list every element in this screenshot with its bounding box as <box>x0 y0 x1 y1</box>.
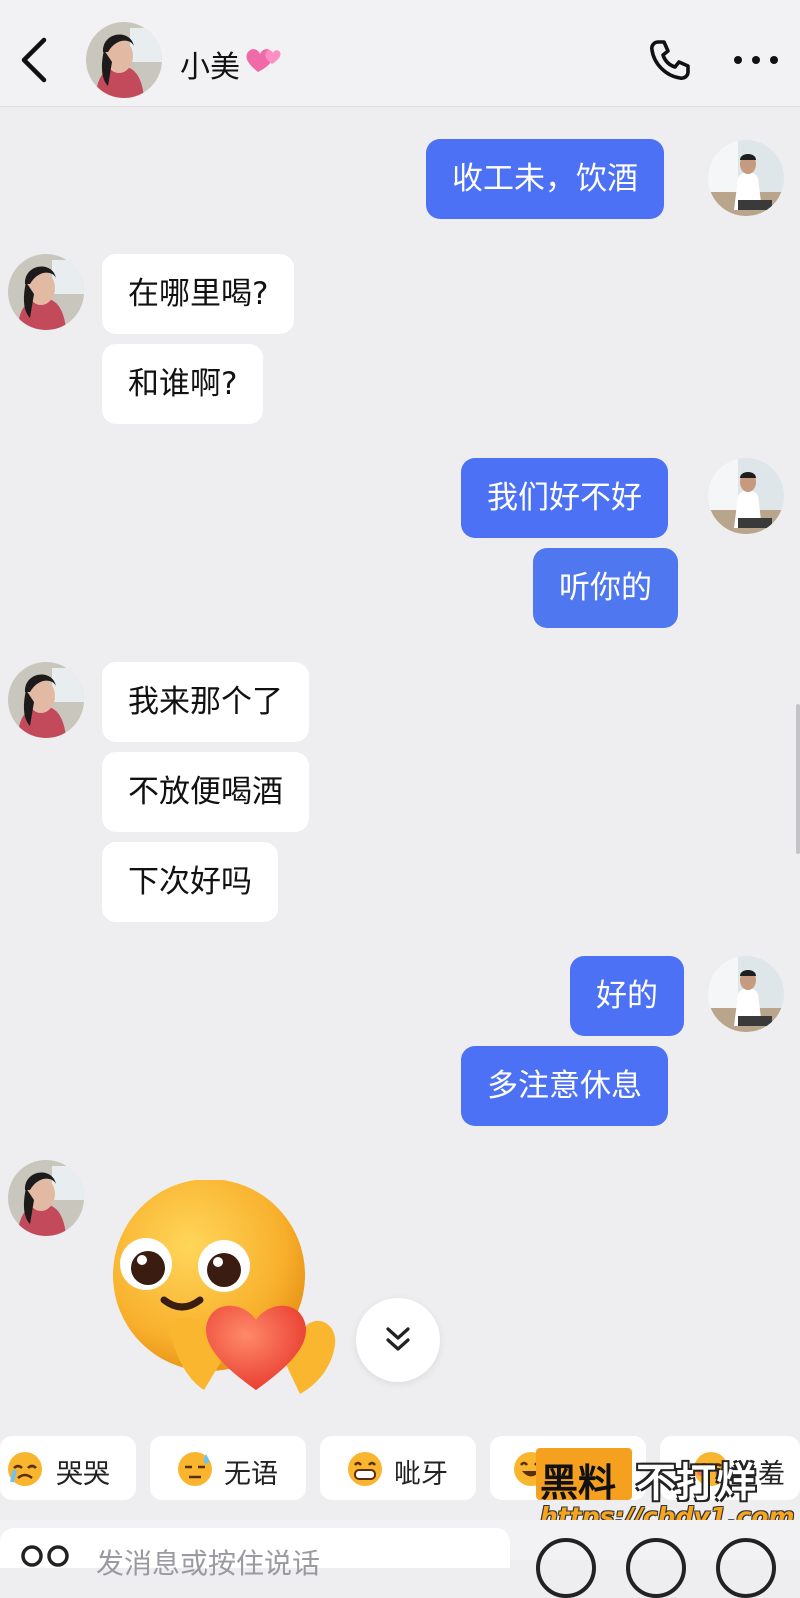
my-avatar[interactable] <box>708 140 784 216</box>
plus-button[interactable] <box>716 1538 776 1598</box>
message-bubble-outgoing[interactable]: 听你的 <box>533 548 678 628</box>
emoji-suggestion-grin[interactable]: 呲牙 <box>320 1436 476 1500</box>
message-bubble-incoming[interactable]: 不放便喝酒 <box>102 752 309 832</box>
voice-button[interactable] <box>536 1538 596 1598</box>
message-bubble-outgoing[interactable]: 我们好不好 <box>461 458 668 538</box>
watermark-brand-black: 黑料 <box>540 1461 617 1505</box>
crying-face-icon <box>8 1452 42 1486</box>
message-bubble-incoming[interactable]: 在哪里喝? <box>102 254 295 334</box>
voice-wave-icon[interactable] <box>20 1540 76 1570</box>
emoji-suggestion-crying[interactable]: 哭哭 <box>0 1436 136 1500</box>
message-bubble-incoming[interactable]: 下次好吗 <box>102 842 278 922</box>
double-chevron-down-icon <box>386 1327 410 1351</box>
scroll-to-bottom-button[interactable] <box>356 1298 440 1382</box>
contact-avatar[interactable] <box>86 22 162 98</box>
contact-name: 小美 <box>180 50 240 85</box>
grinning-face-icon <box>348 1452 382 1486</box>
contact-avatar[interactable] <box>8 254 84 330</box>
contact-avatar[interactable] <box>8 1160 84 1236</box>
phone-icon[interactable] <box>646 36 694 84</box>
chat-header: 小美 <box>0 0 800 107</box>
emoji-button[interactable] <box>626 1538 686 1598</box>
chevron-left-icon[interactable] <box>14 34 54 86</box>
more-dots-icon[interactable] <box>730 46 782 74</box>
emoji-suggestion-label: 呲牙 <box>394 1459 448 1490</box>
smiley-holding-heart-sticker[interactable] <box>104 1180 364 1400</box>
input-placeholder: 发消息或按住说话 <box>96 1547 321 1580</box>
scrollbar[interactable] <box>796 704 800 854</box>
emoji-suggestion-label: 羞 <box>758 1459 785 1490</box>
sweat-face-icon <box>178 1452 212 1486</box>
revolving-hearts-icon <box>246 49 281 72</box>
emoji-suggestion-label: 哭哭 <box>56 1459 110 1490</box>
message-bubble-outgoing[interactable]: 好的 <box>570 956 684 1036</box>
message-bubble-incoming[interactable]: 我来那个了 <box>102 662 309 742</box>
my-avatar[interactable] <box>708 458 784 534</box>
emoji-suggestion-speechless[interactable]: 无语 <box>150 1436 306 1500</box>
watermark-brand-white: 不打烊 <box>636 1460 756 1506</box>
message-bubble-outgoing[interactable]: 多注意休息 <box>461 1046 668 1126</box>
contact-avatar[interactable] <box>8 662 84 738</box>
message-bubble-incoming[interactable]: 和谁啊? <box>102 344 264 424</box>
emoji-suggestion-label: 无语 <box>224 1459 278 1490</box>
my-avatar[interactable] <box>708 956 784 1032</box>
message-bubble-outgoing[interactable]: 收工未，饮酒 <box>426 139 664 219</box>
